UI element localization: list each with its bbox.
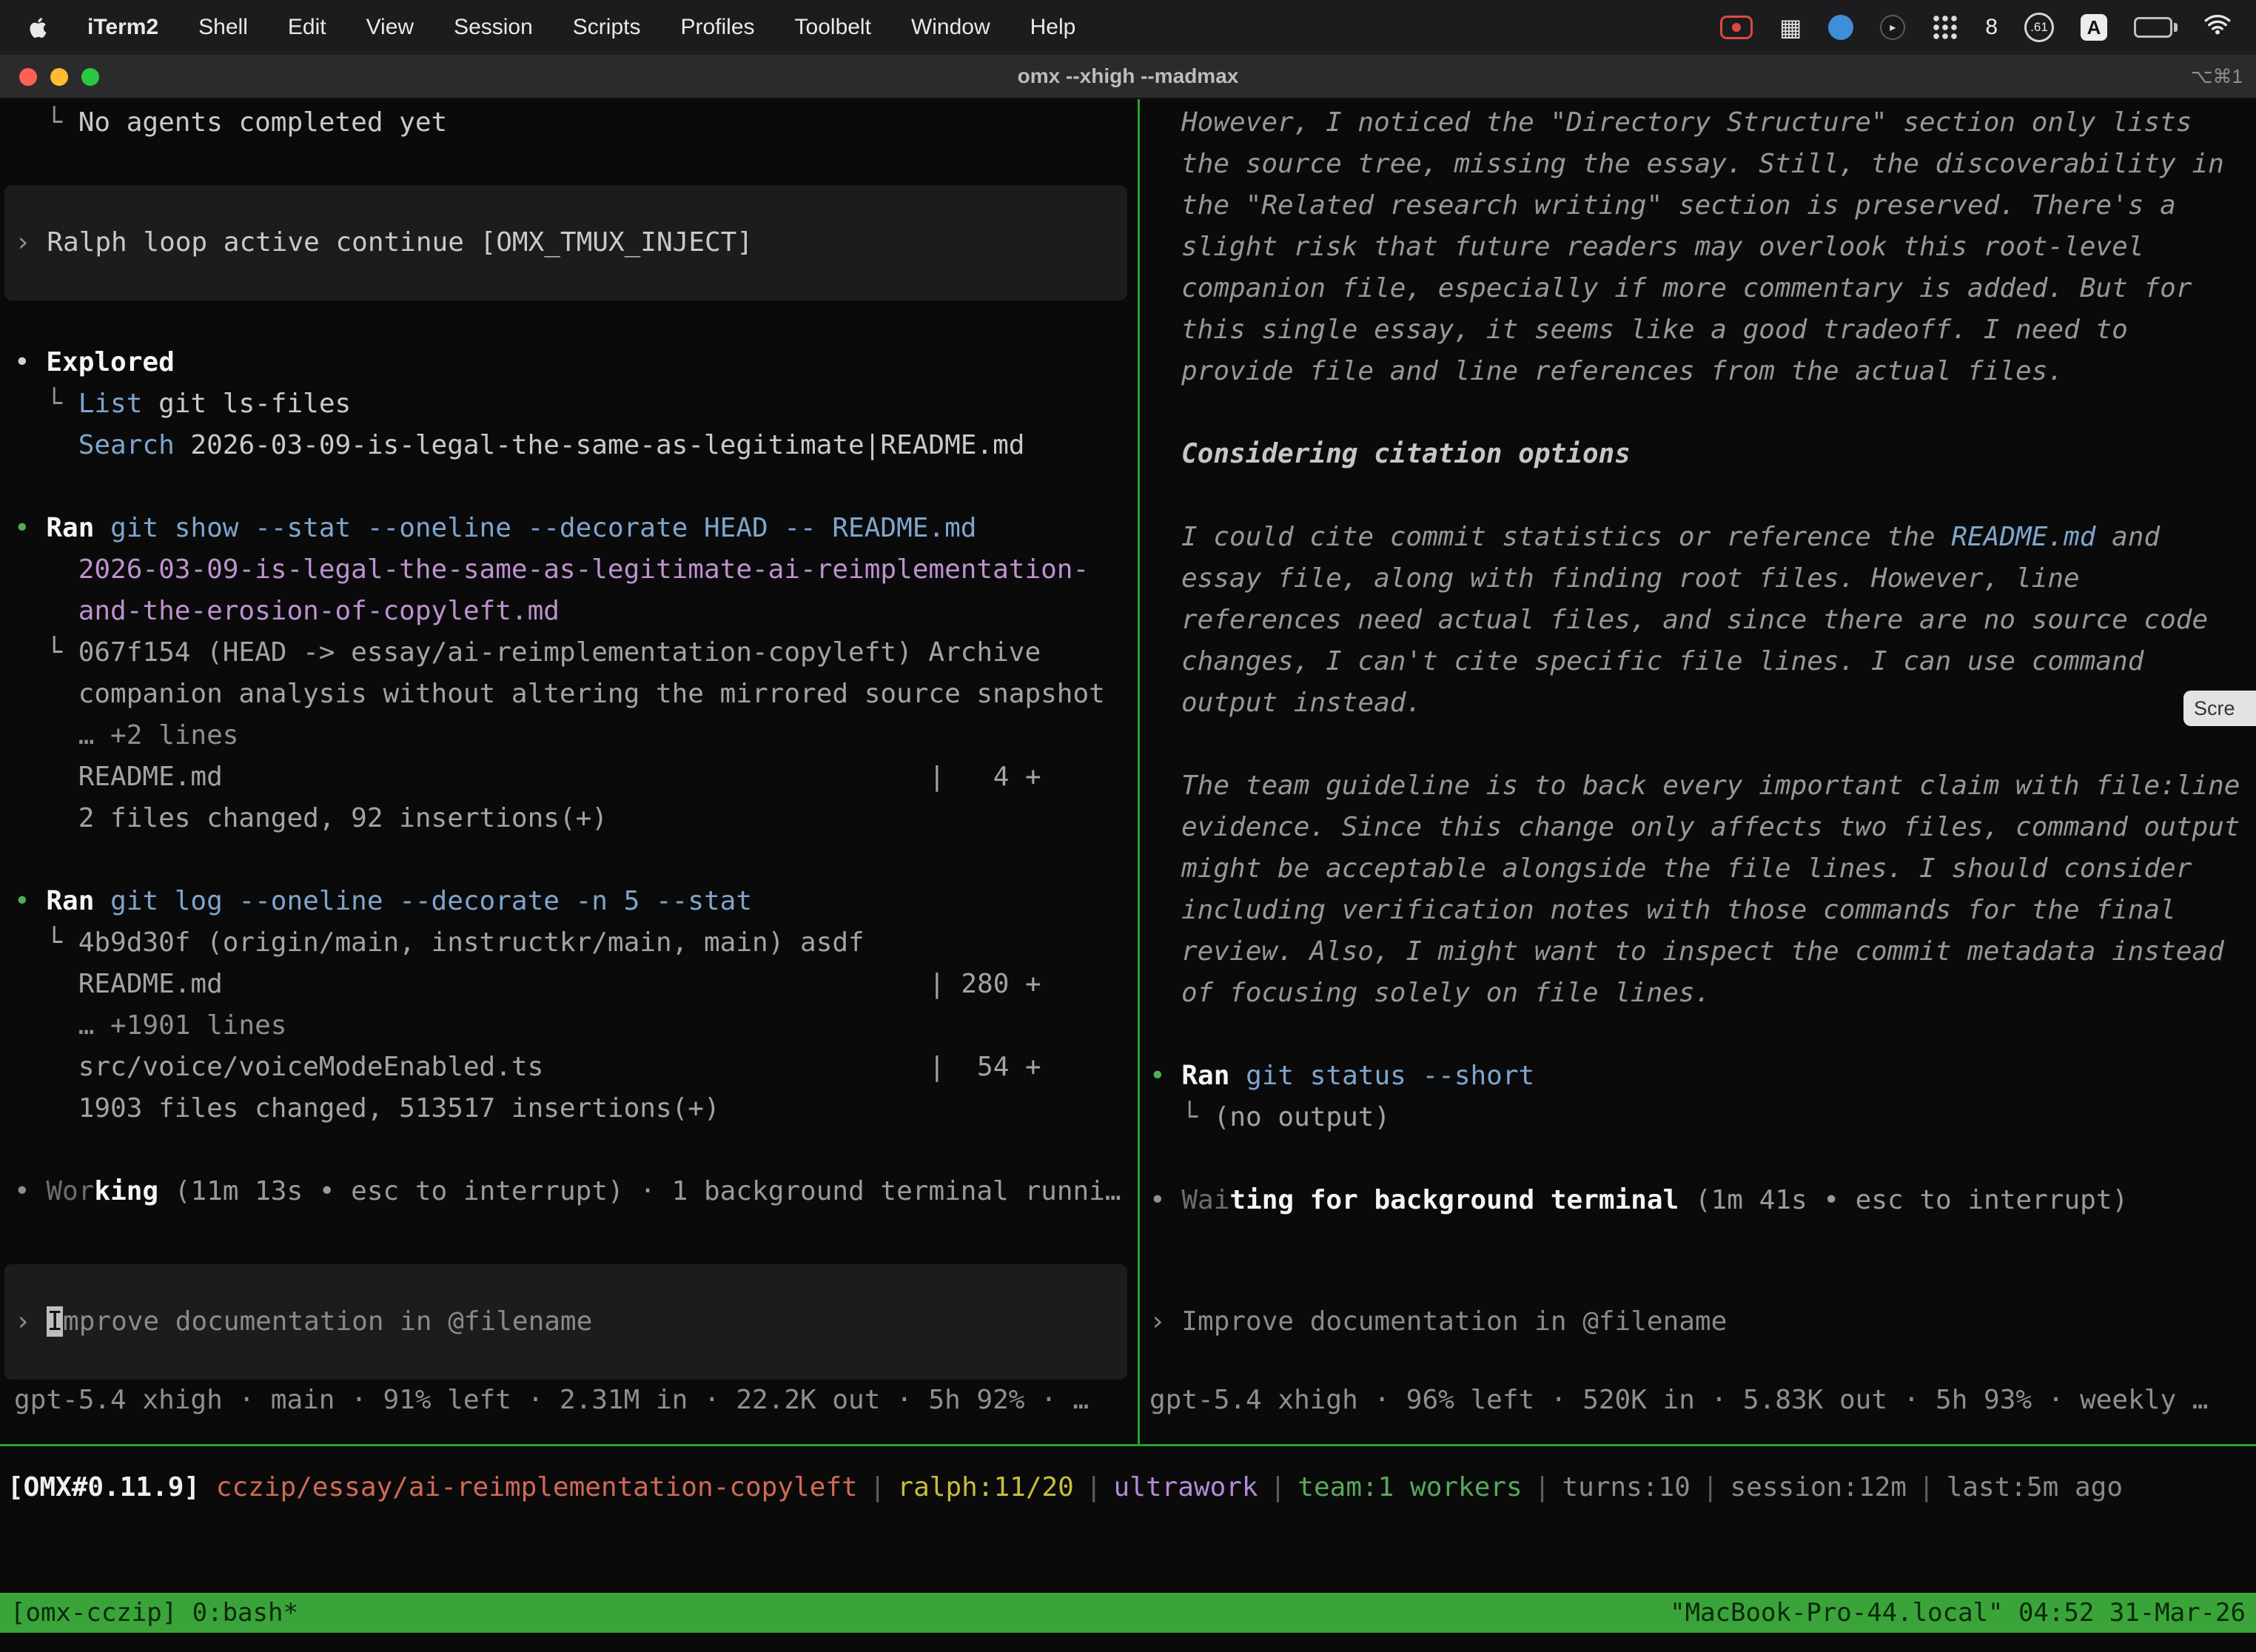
keyboard-grid-icon[interactable]: ▦ [1779, 16, 1802, 39]
readme-link[interactable]: README.md [1951, 522, 2095, 552]
thinking-heading: Considering citation options [1140, 434, 2245, 475]
ran-git-log-line: • Ran git log --oneline --decorate -n 5 … [0, 881, 1138, 922]
window-title: omx --xhigh --madmax [0, 55, 2256, 98]
omx-mode: ultrawork [1114, 1472, 1258, 1502]
log-more-lines-indicator: … +1901 lines [0, 1005, 1138, 1047]
input-source-icon[interactable]: A [2081, 14, 2107, 41]
omx-last: last:5m ago [1947, 1472, 2123, 1502]
ran-git-show-line: • Ran git show --stat --oneline --decora… [0, 508, 1138, 549]
thinking-paragraph-2: I could cite commit statistics or refere… [1140, 517, 2245, 724]
omx-session: session:12m [1730, 1472, 1907, 1502]
git-status-output-line: └ (no output) [1140, 1097, 2256, 1138]
wifi-icon[interactable] [2204, 13, 2231, 41]
thinking-paragraph-3: The team guideline is to back every impo… [1140, 765, 2245, 1014]
menu-bar-status-icons: ▦ ▸ 8 .61 A [1720, 13, 2237, 42]
essay-filename-line-2: and-the-erosion-of-copyleft.md [0, 591, 1138, 632]
omx-status-bar: [OMX#0.11.9] cczip/essay/ai-reimplementa… [0, 1446, 2256, 1508]
menu-scripts[interactable]: Scripts [553, 15, 661, 40]
omx-branch: cczip/essay/ai-reimplementation-copyleft [200, 1472, 858, 1502]
minimize-button[interactable] [50, 68, 68, 86]
screen-tooltip[interactable]: Scre [2183, 691, 2256, 726]
diffstat-summary: 2 files changed, 92 insertions(+) [0, 798, 1138, 839]
prompt-input-right[interactable]: › Improve documentation in @filename [1140, 1301, 1727, 1343]
app-grid-icon[interactable] [1932, 14, 1958, 41]
menu-window[interactable]: Window [891, 15, 1010, 40]
commit-message-line-1: └ 067f154 (HEAD -> essay/ai-reimplementa… [0, 632, 1138, 674]
apple-logo-icon[interactable] [28, 18, 48, 38]
ralph-status-box: › Ralph loop active continue [OMX_TMUX_I… [4, 185, 1127, 300]
waiting-status-line: • Waiting for background terminal (1m 41… [1140, 1180, 2256, 1221]
more-lines-indicator: … +2 lines [0, 715, 1138, 756]
log-diffstat-line-1: README.md| 280 + [0, 964, 1138, 1005]
window-titlebar: omx --xhigh --madmax ⌥⌘1 [0, 55, 2256, 99]
split-panes: └ No agents completed yet › Ralph loop a… [0, 99, 2256, 1446]
thinking-paragraph-1: However, I noticed the "Directory Struct… [1140, 102, 2245, 392]
ran-git-status-line: • Ran git status --short [1140, 1055, 2256, 1097]
tmux-status-bar: [omx-cczip] 0:bash* "MacBook-Pro-44.loca… [0, 1593, 2256, 1633]
dark-app-icon[interactable]: ▸ [1880, 15, 1905, 40]
commit-message-line-2: companion analysis without altering the … [0, 674, 1138, 715]
battery-icon[interactable] [2134, 17, 2178, 38]
prompt-input-left[interactable]: › Improve documentation in @filename [4, 1264, 1127, 1380]
battery-gauge-icon[interactable]: .61 [2024, 13, 2054, 42]
menu-shell[interactable]: Shell [178, 15, 268, 40]
menu-profiles[interactable]: Profiles [660, 15, 774, 40]
tmux-session-window: [omx-cczip] 0:bash* [10, 1593, 298, 1633]
model-status-line-left: gpt-5.4 xhigh · main · 91% left · 2.31M … [0, 1380, 1138, 1421]
no-agents-line: └ No agents completed yet [0, 102, 1138, 144]
text-cursor: I [47, 1306, 63, 1337]
tmux-host-clock: "MacBook-Pro-44.local" 04:52 31-Mar-26 [1670, 1593, 2246, 1633]
menu-toolbelt[interactable]: Toolbelt [775, 15, 891, 40]
menu-view[interactable]: View [346, 15, 434, 40]
omx-team: team:1 workers [1297, 1472, 1522, 1502]
menu-bar: iTerm2 Shell Edit View Session Scripts P… [0, 0, 2256, 55]
menu-session[interactable]: Session [434, 15, 553, 40]
key-8-icon[interactable]: 8 [1985, 15, 1998, 40]
explored-search-line: Search 2026-03-09-is-legal-the-same-as-l… [0, 425, 1138, 466]
essay-filename-line-1: 2026-03-09-is-legal-the-same-as-legitima… [0, 549, 1138, 591]
explored-list-line: └ List git ls-files [0, 383, 1138, 425]
close-button[interactable] [19, 68, 37, 86]
terminal: └ No agents completed yet › Ralph loop a… [0, 99, 2256, 1652]
diffstat-line: README.md| 4 + [0, 756, 1138, 798]
window-shortcut: ⌥⌘1 [2191, 55, 2243, 98]
right-pane[interactable]: However, I noticed the "Directory Struct… [1140, 99, 2256, 1444]
omx-ralph-counter: ralph:11/20 [897, 1472, 1073, 1502]
log-diffstat-summary: 1903 files changed, 513517 insertions(+) [0, 1088, 1138, 1129]
left-pane[interactable]: └ No agents completed yet › Ralph loop a… [0, 99, 1140, 1444]
menu-iterm2[interactable]: iTerm2 [67, 15, 178, 40]
model-status-line-right: gpt-5.4 xhigh · 96% left · 520K in · 5.8… [1140, 1380, 2208, 1421]
omx-turns: turns:10 [1562, 1472, 1690, 1502]
omx-version: [OMX#0.11.9] [7, 1472, 200, 1502]
zoom-button[interactable] [81, 68, 99, 86]
traffic-lights [19, 68, 99, 86]
blue-app-icon[interactable] [1828, 15, 1853, 40]
log-commit-line: └ 4b9d30f (origin/main, instructkr/main,… [0, 922, 1138, 964]
menu-edit[interactable]: Edit [268, 15, 346, 40]
menu-help[interactable]: Help [1010, 15, 1096, 40]
explored-heading: • Explored [0, 342, 1138, 383]
screen-recording-icon[interactable] [1720, 16, 1753, 39]
log-diffstat-line-2: src/voice/voiceModeEnabled.ts| 54 + [0, 1047, 1138, 1088]
working-status-line: • Working (11m 13s • esc to interrupt) ·… [0, 1171, 1138, 1212]
